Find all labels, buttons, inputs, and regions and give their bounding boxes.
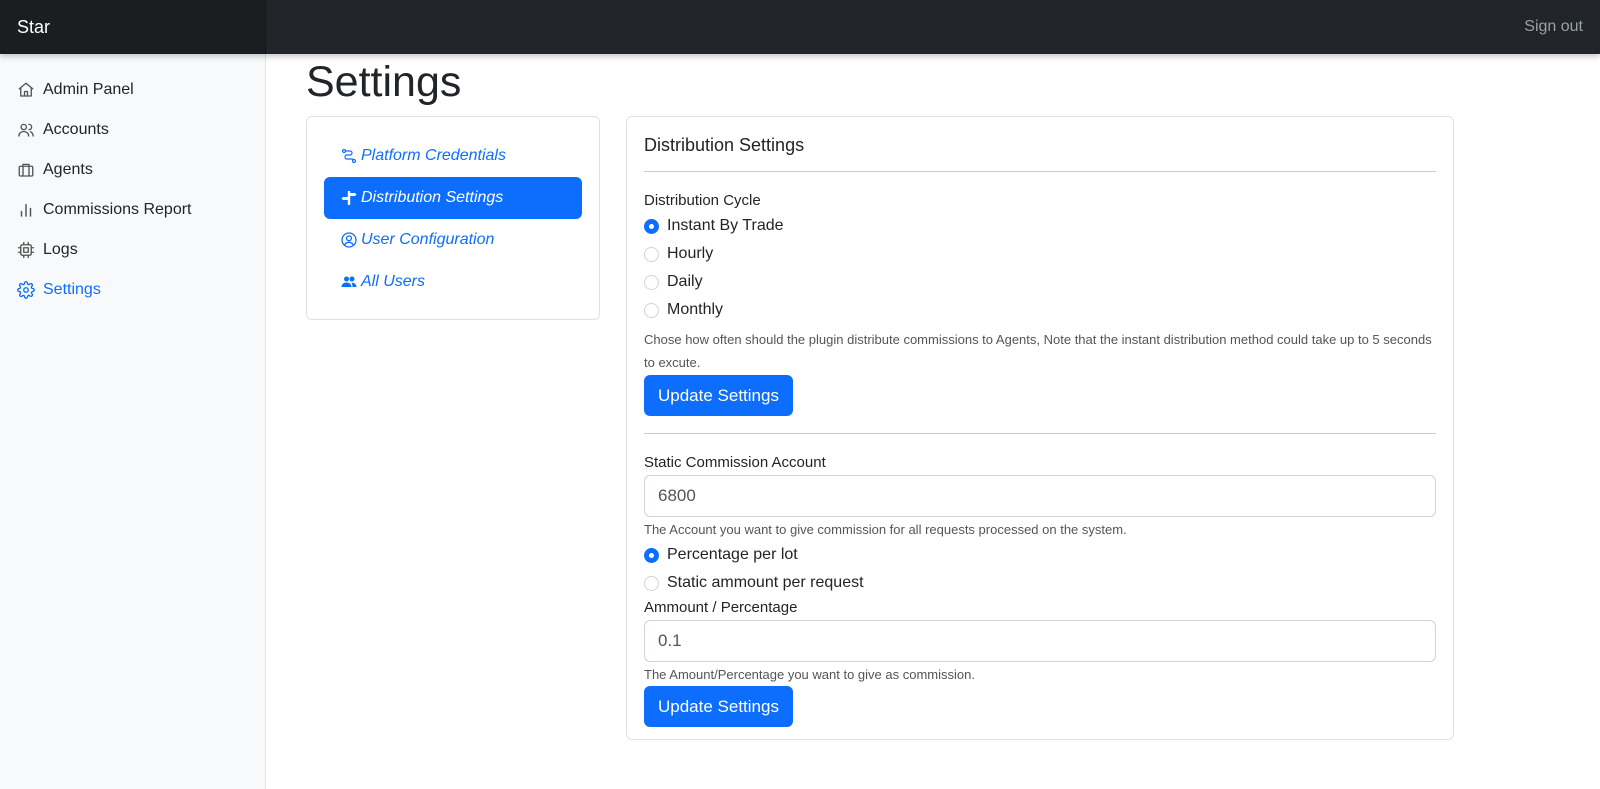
brand-logo[interactable]: Star <box>0 0 266 54</box>
main-content: Settings Platform Credentials Distributi… <box>306 54 1586 789</box>
radio-label: Daily <box>667 273 703 290</box>
radio-circle[interactable] <box>644 575 659 591</box>
user-circle-icon <box>341 232 357 248</box>
bar-chart-icon <box>20 204 32 217</box>
subnav-item-label: User Configuration <box>361 231 495 248</box>
sidebar-item-agents[interactable]: Agents <box>0 150 265 190</box>
signpost-icon <box>341 191 357 205</box>
static-commission-account-help: The Account you want to give commission … <box>644 522 1127 537</box>
radio-circle[interactable] <box>644 274 659 290</box>
distribution-settings-card: Distribution Settings Distribution Cycle… <box>626 116 1454 740</box>
users-icon <box>18 123 34 137</box>
radio-static-amount-per-request[interactable]: Static ammount per request <box>644 569 1436 597</box>
update-settings-button[interactable]: Update Settings <box>644 686 793 727</box>
briefcase-icon <box>18 163 34 177</box>
subnav-item-label: Distribution Settings <box>361 189 504 206</box>
subnav-item-label: Platform Credentials <box>361 147 506 164</box>
sidebar-item-label: Commissions Report <box>43 201 192 218</box>
radio-circle[interactable] <box>644 246 659 262</box>
home-icon <box>18 82 34 97</box>
distribution-cycle-help: Chose how often should the plugin distri… <box>644 332 1432 370</box>
update-settings-button[interactable]: Update Settings <box>644 375 793 416</box>
radio-label: Static ammount per request <box>667 574 864 591</box>
sidebar-item-label: Agents <box>43 161 93 178</box>
radio-circle[interactable] <box>644 547 659 563</box>
top-navbar: Star Sign out <box>0 0 1600 54</box>
sidebar-item-label: Logs <box>43 241 78 258</box>
sidebar-item-settings[interactable]: Settings <box>0 270 265 310</box>
page-title: Settings <box>306 58 462 106</box>
static-commission-account-input[interactable] <box>644 475 1436 517</box>
route-icon <box>341 148 357 164</box>
subnav-item-distribution-settings[interactable]: Distribution Settings <box>324 177 582 219</box>
sidebar-item-label: Accounts <box>43 121 109 138</box>
subnav-item-platform-credentials[interactable]: Platform Credentials <box>324 135 582 177</box>
radio-label: Monthly <box>667 301 724 318</box>
distribution-cycle-label: Distribution Cycle <box>644 192 761 209</box>
gear-icon <box>17 281 35 299</box>
sidebar: Admin Panel Accounts Agents Commissions … <box>0 54 266 789</box>
radio-instant-by-trade[interactable]: Instant By Trade <box>644 212 1436 240</box>
sidebar-item-logs[interactable]: Logs <box>0 230 265 270</box>
radio-hourly[interactable]: Hourly <box>644 240 1436 268</box>
cpu-icon <box>17 241 35 259</box>
radio-daily[interactable]: Daily <box>644 268 1436 296</box>
radio-circle[interactable] <box>644 302 659 318</box>
radio-percentage-per-lot[interactable]: Percentage per lot <box>644 541 1436 569</box>
sign-out-link[interactable]: Sign out <box>1524 0 1583 54</box>
divider <box>644 171 1436 172</box>
card-title: Distribution Settings <box>644 135 805 155</box>
divider <box>644 433 1436 434</box>
sidebar-item-label: Admin Panel <box>43 81 134 98</box>
radio-monthly[interactable]: Monthly <box>644 296 1436 324</box>
subnav-item-user-configuration[interactable]: User Configuration <box>324 219 582 261</box>
amount-percentage-help: The Amount/Percentage you want to give a… <box>644 667 975 682</box>
subnav-item-label: All Users <box>361 273 426 290</box>
static-commission-account-label: Static Commission Account <box>644 454 826 471</box>
radio-circle[interactable] <box>644 218 659 234</box>
amount-percentage-input[interactable] <box>644 620 1436 662</box>
sidebar-item-admin-panel[interactable]: Admin Panel <box>0 70 265 110</box>
radio-label: Instant By Trade <box>667 217 784 234</box>
sidebar-item-accounts[interactable]: Accounts <box>0 110 265 150</box>
subnav-item-all-users[interactable]: All Users <box>324 261 582 303</box>
radio-label: Percentage per lot <box>667 546 798 563</box>
radio-label: Hourly <box>667 245 714 262</box>
settings-subnav: Platform Credentials Distribution Settin… <box>306 116 600 320</box>
sidebar-item-label: Settings <box>43 281 101 298</box>
amount-percentage-label: Ammount / Percentage <box>644 599 798 616</box>
sidebar-item-commissions-report[interactable]: Commissions Report <box>0 190 265 230</box>
people-icon <box>341 276 357 287</box>
